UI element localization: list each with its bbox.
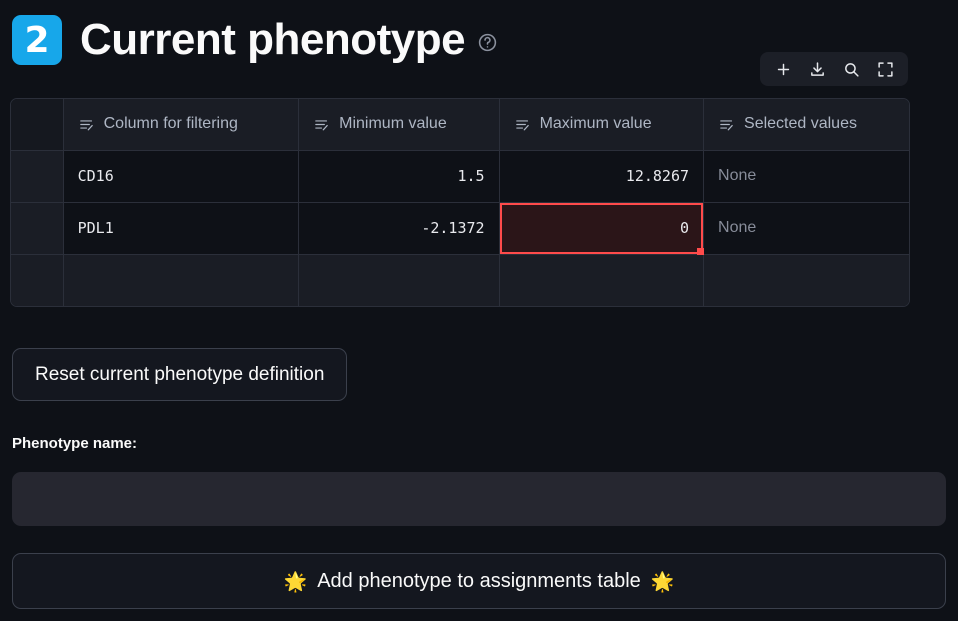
fullscreen-icon[interactable] — [876, 60, 894, 78]
cell-selected-values[interactable] — [703, 254, 909, 306]
table-row: PDL1 -2.1372 0 None — [11, 202, 909, 255]
cell-minimum-value[interactable]: -2.1372 — [298, 202, 500, 255]
step-badge-number: 2 — [24, 19, 50, 61]
column-header-column-for-filtering[interactable]: Column for filtering — [63, 99, 300, 151]
cell-value: 0 — [679, 219, 690, 237]
glowing-star-icon-right: 🌟 — [650, 570, 675, 593]
phenotype-filter-table: Column for filtering Minimum value Maxim… — [10, 98, 910, 307]
cell-selected-values[interactable]: None — [703, 202, 909, 255]
column-header-minimum-value[interactable]: Minimum value — [298, 99, 500, 151]
row-index-cell — [11, 150, 64, 203]
cell-minimum-value[interactable] — [298, 254, 500, 306]
row-index-cell — [11, 254, 64, 306]
cell-minimum-value[interactable]: 1.5 — [298, 150, 500, 203]
edit-text-column-icon — [718, 116, 735, 133]
edit-text-column-icon — [514, 116, 531, 133]
table-toolbar — [760, 52, 908, 86]
step-badge: 2 — [12, 15, 62, 65]
edit-text-column-icon — [313, 116, 330, 133]
add-phenotype-button-label: Add phenotype to assignments table — [317, 569, 641, 592]
cell-column-for-filtering[interactable] — [63, 254, 300, 306]
cell-maximum-value-selected[interactable]: 0 — [499, 202, 705, 255]
phenotype-name-label: Phenotype name: — [12, 435, 138, 452]
question-circle-icon[interactable] — [477, 32, 498, 53]
column-header-selected-values[interactable]: Selected values — [703, 99, 909, 151]
page-title: Current phenotype — [80, 15, 466, 64]
column-header-label: Column for filtering — [103, 115, 238, 133]
table-header-row: Column for filtering Minimum value Maxim… — [11, 99, 909, 151]
search-icon[interactable] — [842, 60, 860, 78]
cell-fill-handle[interactable] — [697, 247, 705, 255]
table-row: CD16 1.5 12.8267 None — [11, 150, 909, 203]
phenotype-name-input[interactable] — [12, 472, 946, 526]
cell-selected-values[interactable]: None — [703, 150, 909, 203]
row-index-header — [11, 99, 64, 151]
cell-column-for-filtering[interactable]: PDL1 — [63, 202, 300, 255]
reset-phenotype-button[interactable]: Reset current phenotype definition — [12, 348, 348, 401]
edit-text-column-icon — [78, 116, 95, 133]
add-row-icon[interactable] — [774, 60, 792, 78]
cell-maximum-value[interactable]: 12.8267 — [499, 150, 705, 203]
column-header-label: Selected values — [744, 115, 857, 133]
column-header-maximum-value[interactable]: Maximum value — [499, 99, 705, 151]
glowing-star-icon-left: 🌟 — [283, 570, 308, 593]
column-header-label: Maximum value — [539, 115, 652, 133]
download-icon[interactable] — [808, 60, 826, 78]
cell-maximum-value[interactable] — [499, 254, 705, 306]
cell-column-for-filtering[interactable]: CD16 — [63, 150, 300, 203]
row-index-cell — [11, 202, 64, 255]
table-row-empty — [11, 254, 909, 306]
column-header-label: Minimum value — [339, 115, 447, 133]
add-phenotype-button[interactable]: 🌟 Add phenotype to assignments table 🌟 — [12, 553, 946, 609]
